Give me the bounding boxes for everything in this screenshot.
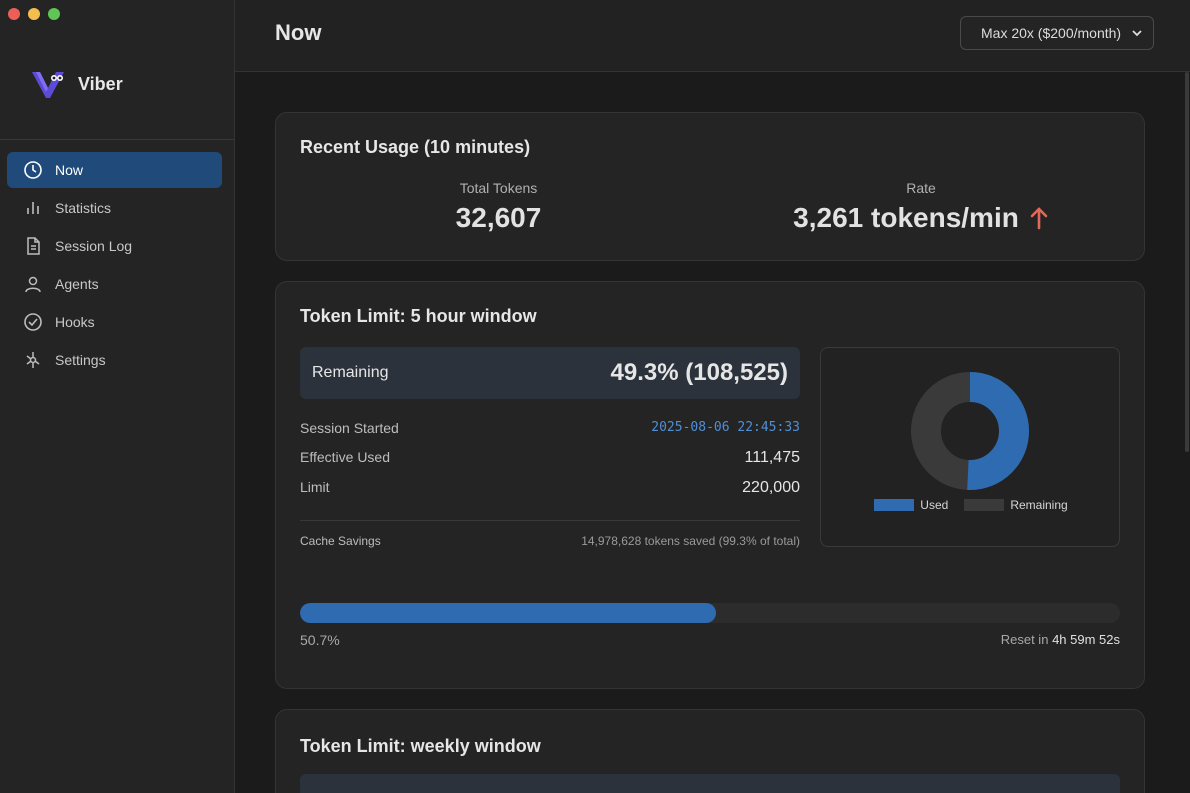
stat-value: 3,261 tokens/min [766,202,1076,234]
sidebar: Viber Now Statistics Session Log Agents … [0,0,235,793]
total-tokens-stat: Total Tokens 32,607 [396,180,601,234]
page-title: Now [275,20,322,45]
sidebar-item-label: Session Log [55,238,133,254]
card-title: Recent Usage (10 minutes) [300,137,531,157]
cache-savings-value: 14,978,628 tokens saved (99.3% of total) [581,534,800,548]
maximize-window-button[interactable] [48,8,60,20]
chevron-down-icon [1132,30,1142,37]
limit-row: Limit 220,000 [300,479,800,497]
sidebar-nav: Now Statistics Session Log Agents Hooks [7,152,222,380]
session-started-value: 2025-08-06 22:45:33 [651,420,800,435]
clock-icon [24,161,42,179]
legend-item-remaining: Remaining [964,498,1068,512]
five-hour-limit-card: Token Limit: 5 hour window Remaining 49.… [275,281,1145,689]
row-label: Limit [300,479,330,495]
stat-label: Rate [906,180,936,196]
rate-stat: Rate 3,261 tokens/min [766,180,1076,234]
rate-value: 3,261 tokens/min [793,202,1019,233]
brand: Viber [30,68,123,100]
reset-prefix: Reset in [1000,632,1049,647]
sidebar-item-agents[interactable]: Agents [7,266,222,302]
sidebar-item-label: Hooks [55,314,95,330]
plan-select-value: Max 20x ($200/month) [981,25,1122,41]
main-content: Recent Usage (10 minutes) Total Tokens 3… [235,72,1190,793]
app-name: Viber [78,73,123,94]
remaining-value: 49.3% (108,525) [610,359,788,386]
document-icon [27,237,40,255]
arrow-up-icon [1030,207,1048,230]
legend-label: Used [920,498,949,512]
sidebar-item-session-log[interactable]: Session Log [7,228,222,264]
remaining-box: Remaining 49.3% (108,525) [300,347,800,399]
weekly-remaining-box [300,774,1120,793]
card-title: Token Limit: weekly window [300,736,541,756]
remaining-label: Remaining [312,364,389,381]
recent-usage-card: Recent Usage (10 minutes) Total Tokens 3… [275,112,1145,261]
usage-donut-chart: Used Remaining [820,347,1120,547]
bar-chart-icon [27,202,39,214]
minimize-window-button[interactable] [28,8,40,20]
effective-used-value: 111,475 [744,449,800,466]
card-title: Token Limit: 5 hour window [300,306,537,326]
sidebar-item-label: Agents [55,276,99,292]
row-label: Cache Savings [300,534,381,548]
legend-item-used: Used [874,498,948,512]
viber-logo-icon [32,72,64,98]
settings-icon [26,352,40,368]
stat-label: Total Tokens [459,180,538,196]
row-label: Effective Used [300,449,391,465]
reset-value: 4h 59m 52s [1052,632,1120,647]
weekly-limit-card: Token Limit: weekly window [275,709,1145,793]
legend-label: Remaining [1010,498,1068,512]
scrollbar[interactable] [1185,72,1189,452]
limit-value: 220,000 [742,479,800,496]
effective-used-row: Effective Used 111,475 [300,449,800,467]
sidebar-item-label: Settings [55,352,106,368]
legend-swatch [964,499,1005,511]
total-tokens-value: 32,607 [455,202,542,233]
progress-percent: 50.7% [300,632,340,648]
donut-svg [911,372,1029,490]
chart-legend: Used Remaining [821,498,1121,512]
sidebar-item-label: Statistics [55,200,112,216]
check-circle-icon [24,313,42,331]
sidebar-divider [0,139,234,140]
header: Now Max 20x ($200/month) [235,0,1190,72]
sidebar-item-settings[interactable]: Settings [7,342,222,378]
sidebar-item-label: Now [55,162,84,178]
sidebar-item-statistics[interactable]: Statistics [7,190,222,226]
progress-fill [300,603,716,623]
session-started-row: Session Started 2025-08-06 22:45:33 [300,420,800,436]
cache-savings-row: Cache Savings 14,978,628 tokens saved (9… [300,534,800,548]
stat-value: 32,607 [396,202,601,234]
usage-progress-bar [300,603,1120,623]
sidebar-item-hooks[interactable]: Hooks [7,304,222,340]
legend-swatch [874,499,915,511]
sidebar-item-now[interactable]: Now [7,152,222,188]
row-label: Session Started [300,420,399,436]
person-icon [25,276,41,293]
reset-timer: Reset in 4h 59m 52s [1001,632,1120,647]
close-window-button[interactable] [8,8,20,20]
plan-select[interactable]: Max 20x ($200/month) [960,16,1154,50]
window-controls [8,8,60,20]
divider [300,520,800,521]
